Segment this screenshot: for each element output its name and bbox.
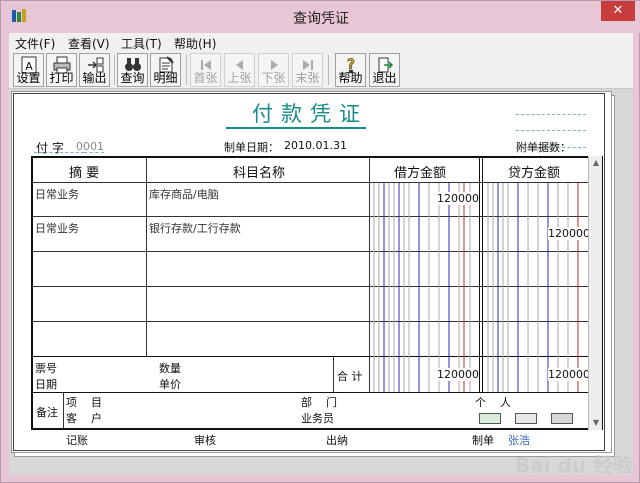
- person-label: 个 人: [475, 396, 511, 409]
- menu-bar: 文件(F) 查看(V) 工具(T) 帮助(H): [9, 33, 633, 51]
- attachments-label: 附单据数：: [516, 141, 571, 154]
- row1-summary[interactable]: 日常业务: [35, 186, 79, 202]
- voucher-number[interactable]: 0001: [76, 140, 104, 153]
- photo-icon[interactable]: [515, 413, 537, 424]
- exit-label: 退出: [372, 71, 397, 85]
- toolbar-separator: [114, 55, 115, 85]
- settings-label: 设置: [16, 71, 41, 85]
- post-label: 记账: [66, 434, 88, 447]
- first-label: 首张: [193, 71, 218, 85]
- prev-button[interactable]: 上张: [224, 53, 255, 87]
- last-label: 末张: [295, 71, 320, 85]
- voucher-date[interactable]: 2010.01.31: [284, 139, 347, 152]
- export-label: 输出: [82, 71, 107, 85]
- col-account-header: 科目名称: [233, 166, 286, 181]
- customer-label: 客 户: [66, 412, 102, 425]
- row1-account[interactable]: 库存商品/电脑: [149, 186, 219, 202]
- exit-button[interactable]: 退出: [369, 53, 400, 87]
- bill-no-label: 票号: [35, 362, 57, 375]
- qty-label: 数量: [159, 362, 181, 375]
- row1-debit[interactable]: 120000: [437, 192, 479, 205]
- title-underline: [226, 127, 366, 129]
- query-voucher-window: 查询凭证 ✕ 文件(F) 查看(V) 工具(T) 帮助(H) A 设置 打印 输…: [0, 0, 640, 483]
- project-label: 项 目: [66, 396, 102, 409]
- date-label: 制单日期：: [224, 141, 279, 154]
- maker-name: 张浩: [508, 434, 530, 447]
- row2-credit[interactable]: 120000: [548, 227, 590, 240]
- menu-file[interactable]: 文件(F): [15, 35, 55, 52]
- watermark: Bai du 经验: [514, 453, 633, 477]
- row2-account[interactable]: 银行存款/工行存款: [149, 220, 241, 236]
- voucher-title: 付款凭证: [252, 102, 368, 126]
- cashier-label: 出纳: [326, 434, 348, 447]
- title-bar: 查询凭证 ✕: [1, 1, 640, 33]
- query-button[interactable]: 查询: [117, 53, 148, 87]
- scroll-up-arrow[interactable]: ▲: [590, 157, 602, 169]
- dashed-line: [516, 130, 586, 131]
- dashed-line: [516, 114, 586, 115]
- detail-button[interactable]: 明细: [150, 53, 181, 87]
- window-title: 查询凭证: [293, 11, 349, 27]
- help-label: 帮助: [338, 71, 363, 85]
- close-button[interactable]: ✕: [601, 1, 635, 21]
- last-button[interactable]: 末张: [292, 53, 323, 87]
- maker-label: 制单: [472, 434, 494, 447]
- voucher-form: 付款凭证 付 字 0001 制单日期： 2010.01.31 附单据数： 摘 要…: [13, 93, 605, 451]
- prev-label: 上张: [227, 71, 252, 85]
- menu-tools[interactable]: 工具(T): [121, 35, 162, 52]
- query-label: 查询: [120, 71, 145, 85]
- tool-icon[interactable]: [551, 413, 573, 424]
- print-label: 打印: [49, 71, 74, 85]
- credit-amount-lines: [487, 183, 579, 392]
- grid-line: [479, 158, 480, 392]
- next-label: 下张: [261, 71, 286, 85]
- voucher-type-label: 付 字: [36, 141, 64, 155]
- vertical-scrollbar[interactable]: ▲ ▼: [588, 156, 602, 430]
- scroll-down-arrow[interactable]: ▼: [590, 417, 602, 429]
- voucher-grid: 摘 要 科目名称 借方金额 贷方金额 日常业务 库存商品/电脑 120000 日…: [31, 156, 603, 430]
- dept-label: 部 门: [301, 396, 337, 409]
- menu-help[interactable]: 帮助(H): [174, 35, 216, 52]
- grid-line: [63, 392, 64, 428]
- audit-label: 审核: [194, 434, 216, 447]
- first-button[interactable]: 首张: [190, 53, 221, 87]
- toolbar-separator: [186, 55, 187, 85]
- total-label: 合 计: [337, 370, 363, 383]
- toolbar-separator: [328, 55, 329, 85]
- salesman-label: 业务员: [301, 412, 334, 425]
- next-button[interactable]: 下张: [258, 53, 289, 87]
- total-debit: 120000: [437, 368, 479, 381]
- col-summary-header: 摘 要: [69, 166, 100, 181]
- row2-summary[interactable]: 日常业务: [35, 220, 79, 236]
- card-icon[interactable]: [479, 413, 501, 424]
- bill-date-label: 日期: [35, 378, 57, 391]
- grid-line: [146, 158, 147, 356]
- toolbar: A 设置 打印 输出 查询 明细 首张 上张 下张 末张 ? 帮助 退出: [9, 51, 633, 89]
- menu-view[interactable]: 查看(V): [68, 35, 110, 52]
- col-debit-header: 借方金额: [394, 166, 447, 181]
- total-credit: 120000: [548, 368, 590, 381]
- settings-button[interactable]: A 设置: [13, 53, 44, 87]
- help-button[interactable]: ? 帮助: [335, 53, 366, 87]
- debit-amount-lines: [373, 183, 471, 392]
- grid-line: [333, 356, 334, 392]
- print-button[interactable]: 打印: [46, 53, 77, 87]
- detail-label: 明细: [153, 71, 178, 85]
- col-credit-header: 贷方金额: [508, 166, 561, 181]
- price-label: 单价: [159, 378, 181, 391]
- grid-line: [33, 392, 590, 393]
- remark-label: 备注: [36, 406, 58, 419]
- export-button[interactable]: 输出: [79, 53, 110, 87]
